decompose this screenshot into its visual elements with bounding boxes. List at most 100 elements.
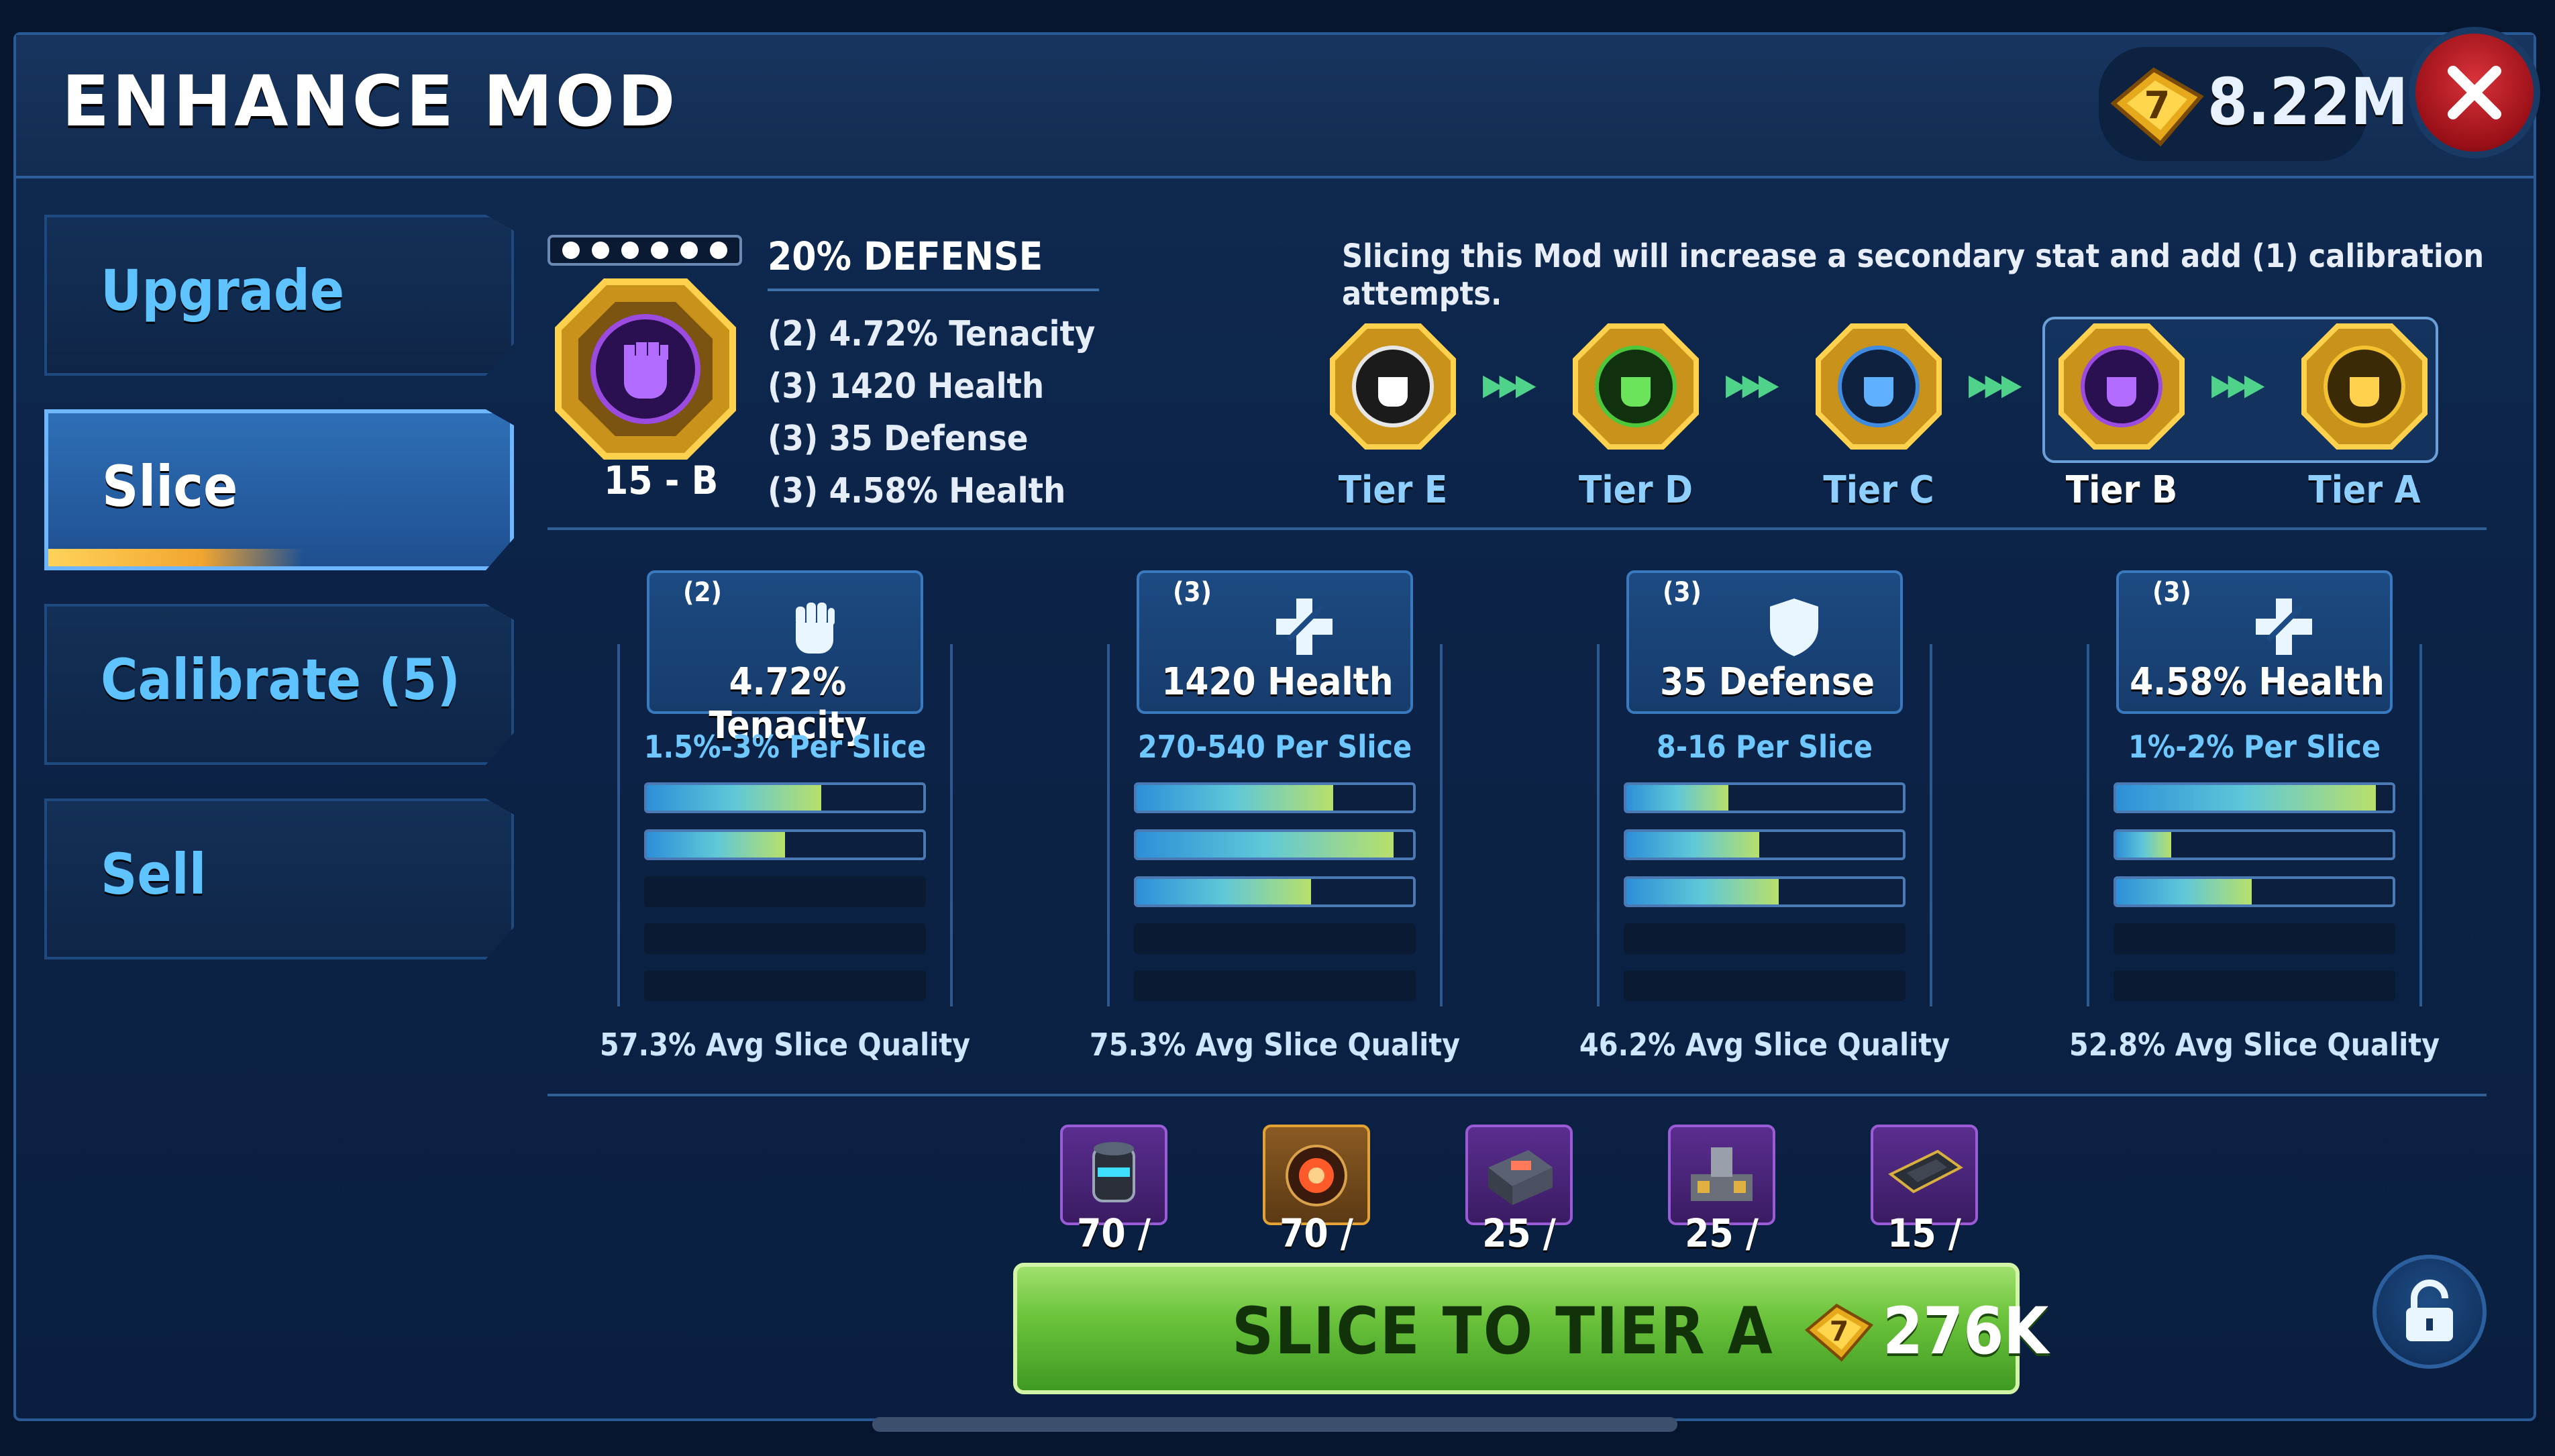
empty-roll-slot [644, 876, 926, 907]
tier-label: Tier A [2308, 468, 2421, 512]
tier-d-mod-icon [1573, 323, 1699, 450]
roll-count: (3) [1663, 577, 1702, 608]
stat-card-health: (3) 1420 Health 270-540 Per Slice 75.3% … [1090, 570, 1460, 1063]
primary-stat: 20% DEFENSE [768, 233, 1043, 279]
per-slice-range: 1%-2% Per Slice [2128, 729, 2381, 765]
roll-bar [2114, 829, 2395, 860]
roll-bar [644, 782, 926, 813]
tier-label: Tier D [1578, 468, 1693, 512]
divider [548, 527, 2487, 530]
currency-amount: 8.22M [2207, 64, 2409, 140]
empty-roll-slot [644, 923, 926, 954]
sidebar-item-label: Sell [101, 841, 207, 907]
mod-dots [548, 235, 742, 266]
sidebar-item-upgrade[interactable]: Upgrade [44, 215, 514, 376]
tier-label: Tier E [1338, 468, 1448, 512]
tier-c-mod-icon [1816, 323, 1942, 450]
tier-label: Tier B [2065, 468, 2178, 512]
material-item[interactable]: 25 / 20 [1668, 1125, 1775, 1302]
sidebar-item-calibrate[interactable]: Calibrate (5) [44, 604, 514, 765]
active-indicator [48, 549, 303, 566]
roll-count: (3) [2152, 577, 2191, 608]
secondary-stat: (3) 35 Defense [768, 419, 1029, 459]
roll-count: (3) [1173, 577, 1212, 608]
sidebar-item-label: Upgrade [101, 258, 345, 323]
sidebar-item-slice[interactable]: Slice [44, 409, 514, 570]
per-slice-range: 270-540 Per Slice [1137, 729, 1412, 765]
stat-card-health-percent: (3) 4.58% Health 1%-2% Per Slice 52.8% A… [2069, 570, 2440, 1063]
avg-slice-quality: 46.2% Avg Slice Quality [1579, 1027, 1950, 1063]
stat-card-defense: (3) 35 Defense 8-16 Per Slice 46.2% Avg … [1579, 570, 1950, 1063]
dot [651, 242, 668, 259]
stat-value: 4.58% Health [2130, 660, 2385, 704]
tier-arrow-icon: ▶▶▶ [1726, 368, 1779, 402]
capacitor-icon [1092, 1142, 1135, 1202]
roll-bar [644, 829, 926, 860]
slice-cost: 276K [1883, 1294, 2049, 1369]
scrollbar[interactable] [872, 1417, 1677, 1432]
material-item[interactable]: 25 / 20 [1465, 1125, 1573, 1302]
mod-icon [555, 278, 736, 460]
divider [548, 1094, 2487, 1096]
lock-icon [2406, 1280, 2453, 1341]
roll-bar [1134, 829, 1416, 860]
chip-icon [1888, 1149, 1963, 1194]
sidebar-item-label: Calibrate (5) [101, 647, 460, 713]
slice-info-text: Slicing this Mod will increase a seconda… [1342, 238, 2485, 313]
slice-button[interactable]: SLICE TO TIER A 7 276K [1013, 1263, 2048, 1394]
secondary-stat: (2) 4.72% Tenacity [768, 314, 1096, 354]
tier-arrow-icon: ▶▶▶ [1483, 368, 1536, 402]
avg-slice-quality: 52.8% Avg Slice Quality [2069, 1027, 2440, 1063]
roll-bar [2114, 782, 2395, 813]
circuit-block-icon [1488, 1150, 1553, 1205]
roll-bar [1134, 782, 1416, 813]
dot [562, 242, 580, 259]
reactor-icon [1286, 1145, 1347, 1206]
empty-roll-slot [1134, 970, 1416, 1001]
dot [680, 242, 698, 259]
shield-icon [1770, 599, 1818, 656]
health-icon [2256, 599, 2312, 655]
close-button[interactable] [2409, 27, 2540, 158]
credits-icon: 7 [1804, 1303, 1874, 1362]
roll-count: (2) [683, 577, 722, 608]
dot [592, 242, 609, 259]
credits-icon: 7 [2110, 67, 2204, 147]
tier-label: Tier C [1823, 468, 1934, 512]
fist-icon [796, 603, 835, 654]
empty-roll-slot [1624, 923, 1906, 954]
page-title: ENHANCE MOD [62, 60, 678, 142]
tier-a-mod-icon [2301, 323, 2428, 450]
machine-part-icon [1691, 1147, 1753, 1201]
secondary-stat: (3) 4.58% Health [768, 471, 1066, 511]
divider [768, 289, 1099, 291]
svg-text:7: 7 [1830, 1315, 1849, 1347]
card-header: (3) 4.58% Health [2116, 570, 2393, 714]
card-header: (3) 35 Defense [1626, 570, 1903, 714]
empty-roll-slot [644, 970, 926, 1001]
material-item[interactable]: 70 / 10 [1263, 1125, 1370, 1302]
card-header: (2) 4.72% Tenacity [647, 570, 923, 747]
roll-bar [1134, 876, 1416, 907]
slice-button-label: SLICE TO TIER A [1232, 1294, 1774, 1369]
material-item[interactable]: 15 / 15 [1871, 1125, 1978, 1302]
lock-button[interactable] [2372, 1255, 2487, 1369]
sidebar-item-sell[interactable]: Sell [44, 798, 514, 959]
roll-bar [1624, 876, 1906, 907]
stat-card-tenacity: (2) 4.72% Tenacity 1.5%-3% Per Slice 57.… [600, 570, 970, 1063]
roll-bar [1624, 829, 1906, 860]
material-item[interactable]: 70 / 30 [1060, 1125, 1167, 1302]
card-header: (3) 1420 Health [1137, 570, 1413, 714]
dot [621, 242, 639, 259]
sidebar-item-label: Slice [102, 454, 238, 519]
tier-arrow-icon: ▶▶▶ [1969, 368, 2022, 402]
tier-arrow-icon: ▶▶▶ [2211, 368, 2264, 402]
secondary-stat: (3) 1420 Health [768, 366, 1045, 407]
svg-text:7: 7 [2144, 84, 2171, 127]
empty-roll-slot [2114, 970, 2395, 1001]
tier-b-mod-icon [2058, 323, 2185, 450]
roll-bar [1624, 782, 1906, 813]
avg-slice-quality: 57.3% Avg Slice Quality [599, 1027, 971, 1063]
per-slice-range: 8-16 Per Slice [1657, 729, 1873, 765]
dot [710, 242, 727, 259]
